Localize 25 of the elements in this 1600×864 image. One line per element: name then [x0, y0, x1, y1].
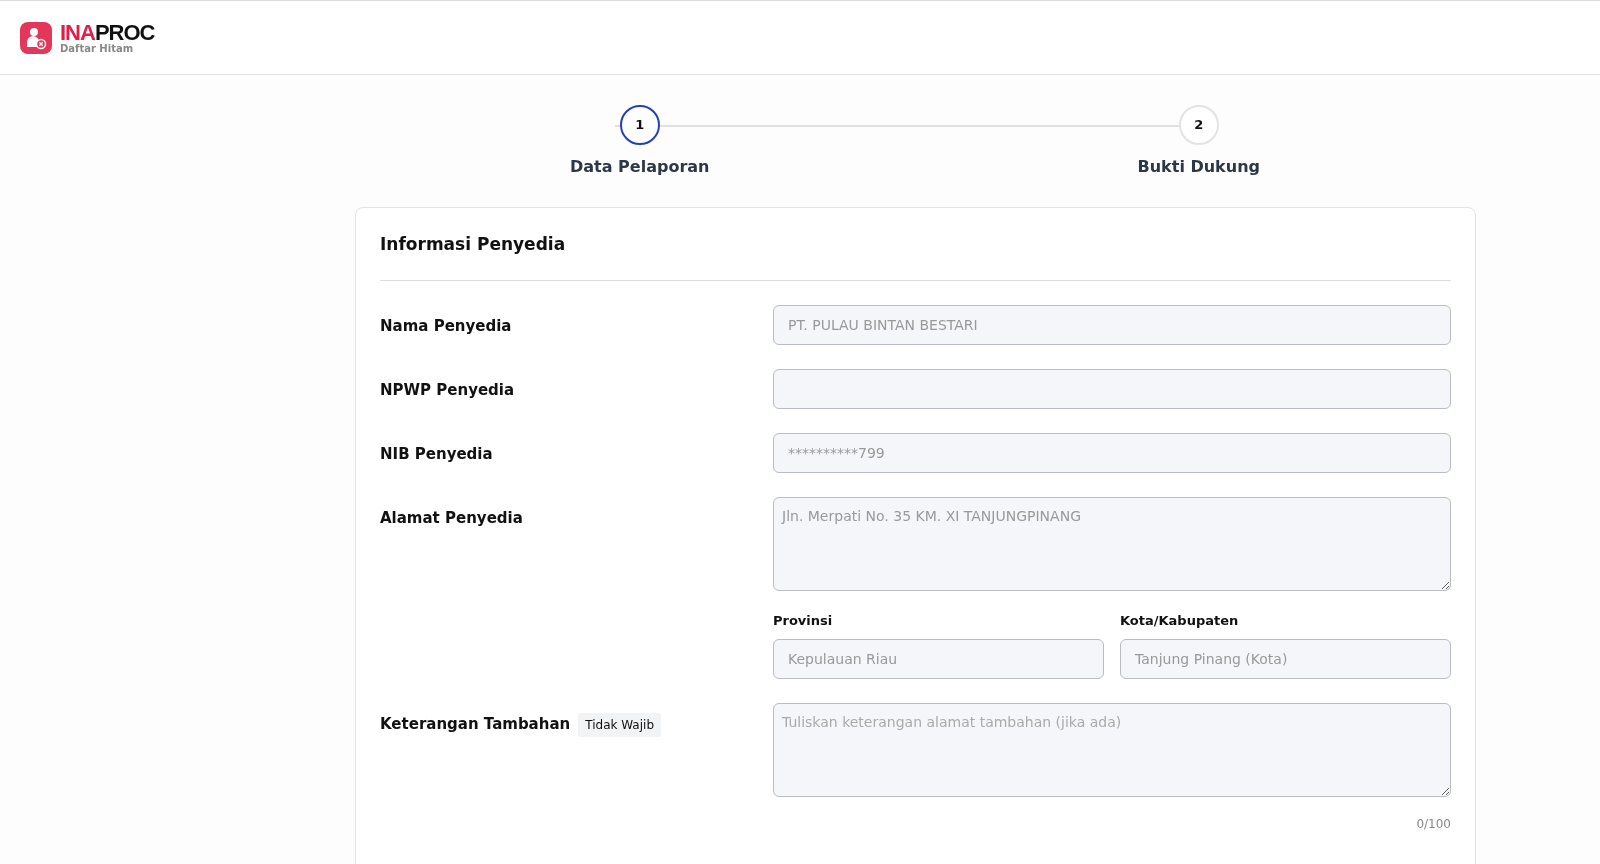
logo-text: PROC: [94, 21, 155, 44]
text-area[interactable]: Tuliskan keterangan alamat tambahan (jika ada): [773, 703, 1451, 797]
logo-icon: [20, 21, 52, 54]
text-field[interactable]: **********799: [773, 432, 1451, 473]
optional-tag: Tidak Wajib: [578, 713, 661, 737]
field-label: Keterangan Tambahan: [380, 714, 571, 735]
field-label: NPWP Penyedia: [380, 379, 515, 401]
text-area[interactable]: Jln. Merpati No. 35 KM. XI TANJUNGPINANG: [773, 496, 1451, 591]
character-counter: 0/100: [1415, 816, 1451, 833]
field-label: Provinsi: [773, 611, 834, 630]
text-field[interactable]: [773, 368, 1451, 409]
step-circle[interactable]: 2: [1178, 105, 1219, 145]
text-field[interactable]: Tanjung Pinang (Kota): [1120, 639, 1451, 679]
step-circle[interactable]: 1: [619, 105, 660, 145]
text-field[interactable]: PT. PULAU BINTAN BESTARI: [773, 304, 1451, 345]
section-title: Informasi Penyedia: [380, 232, 1451, 281]
field-label: Alamat Penyedia: [380, 507, 523, 529]
logo-subtitle: Daftar Hitam: [60, 43, 135, 54]
step-label: Data Pelaporan: [570, 156, 710, 178]
field-label: Nama Penyedia: [380, 315, 512, 337]
text-field[interactable]: Kepulauan Riau: [773, 639, 1104, 679]
field-label: NIB Penyedia: [380, 443, 493, 465]
step-label: Bukti Dukung: [1137, 156, 1260, 178]
field-label: Kota/Kabupaten: [1120, 611, 1240, 630]
logo-text: INA: [60, 21, 95, 44]
